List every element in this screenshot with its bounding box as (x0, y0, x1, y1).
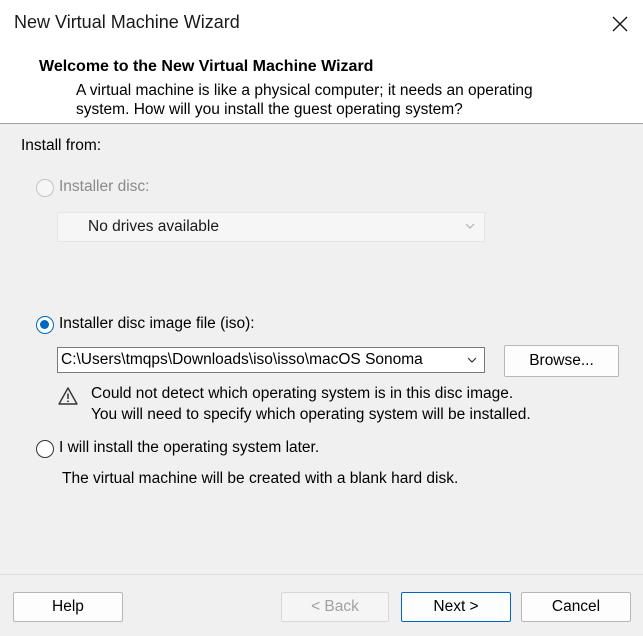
disc-drive-dropdown[interactable]: No drives available (57, 212, 485, 242)
wizard-window: New Virtual Machine Wizard Welcome to th… (0, 0, 643, 636)
disc-drive-dropdown-value: No drives available (88, 218, 219, 235)
next-button[interactable]: Next > (401, 592, 511, 622)
warning-line-2: You will need to specify which operating… (91, 406, 531, 423)
iso-image-radio[interactable] (36, 316, 54, 334)
help-button[interactable]: Help (13, 592, 123, 622)
header-title: Welcome to the New Virtual Machine Wizar… (39, 58, 374, 75)
browse-button[interactable]: Browse... (504, 345, 619, 377)
footer-divider (0, 574, 643, 575)
install-later-description: The virtual machine will be created with… (62, 470, 459, 487)
iso-path-combobox[interactable]: C:\Users\tmqps\Downloads\iso\isso\macOS … (57, 347, 485, 373)
close-button[interactable] (597, 0, 643, 47)
iso-path-value: C:\Users\tmqps\Downloads\iso\isso\macOS … (61, 351, 423, 368)
title-bar: New Virtual Machine Wizard (0, 0, 643, 47)
back-button[interactable]: < Back (281, 592, 389, 622)
chevron-down-icon[interactable] (466, 354, 478, 366)
close-icon (612, 16, 628, 31)
install-later-radio[interactable] (36, 440, 54, 458)
iso-image-label: Installer disc image file (iso): (59, 315, 255, 332)
window-title: New Virtual Machine Wizard (14, 12, 240, 32)
installer-disc-label: Installer disc: (59, 178, 150, 195)
wizard-body: Install from: Installer disc: No drives … (0, 124, 643, 574)
warning-icon (58, 387, 78, 405)
chevron-down-icon (465, 223, 475, 229)
installer-disc-radio[interactable] (36, 179, 54, 197)
header-description-line-1: A virtual machine is like a physical com… (76, 82, 533, 99)
install-later-label: I will install the operating system late… (59, 439, 320, 456)
wizard-header: Welcome to the New Virtual Machine Wizar… (0, 47, 643, 124)
warning-line-1: Could not detect which operating system … (91, 385, 514, 402)
cancel-button[interactable]: Cancel (521, 592, 631, 622)
header-description: A virtual machine is like a physical com… (76, 81, 616, 119)
header-description-line-2: system. How will you install the guest o… (76, 101, 463, 118)
install-from-label: Install from: (21, 137, 102, 154)
